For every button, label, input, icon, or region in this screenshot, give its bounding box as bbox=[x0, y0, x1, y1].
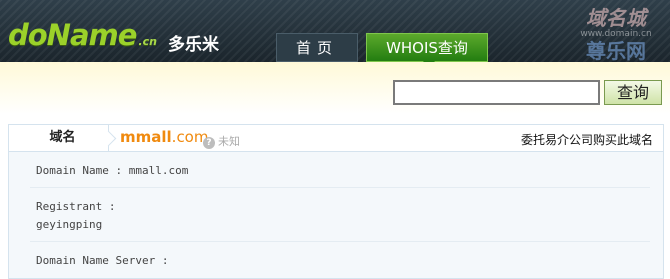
domain-sld: mmall bbox=[120, 128, 172, 146]
watermark-logo: 域名城 www.domain.cn 尊乐网 bbox=[568, 2, 664, 62]
brand-name: 多乐米 bbox=[168, 35, 219, 55]
whois-record-line: Domain Name : mmall.com bbox=[36, 164, 189, 177]
domain-field-label: 域名 bbox=[9, 125, 109, 151]
tab-home[interactable]: 首页 bbox=[276, 33, 358, 62]
site-logo[interactable]: doName .cn bbox=[8, 18, 157, 52]
logo-text: doName bbox=[8, 18, 137, 52]
tab-whois[interactable]: WHOIS查询 bbox=[366, 33, 488, 62]
whois-record-line: Registrant : bbox=[36, 200, 116, 213]
logo-tld: .cn bbox=[138, 35, 157, 48]
divider bbox=[30, 187, 650, 188]
watermark-line1: 域名城 bbox=[586, 6, 646, 30]
search-button[interactable]: 查询 bbox=[604, 80, 662, 105]
site-header: doName .cn 多乐米 首页 WHOIS查询 域名城 www.domain.… bbox=[0, 0, 670, 62]
question-icon: ? bbox=[203, 137, 215, 149]
delegate-purchase-link[interactable]: 委托易介公司购买此域名 bbox=[521, 131, 653, 148]
divider bbox=[30, 241, 650, 242]
domain-status: ? 未知 bbox=[203, 133, 240, 149]
domain-header-row: 域名 mmall.com ? 未知 委托易介公司购买此域名 bbox=[8, 124, 664, 152]
watermark-line3: 尊乐网 bbox=[586, 39, 646, 62]
status-text: 未知 bbox=[218, 135, 240, 148]
whois-record-line: Domain Name Server : bbox=[36, 254, 169, 267]
whois-record-line: geyingping bbox=[36, 218, 103, 231]
whois-search-input[interactable] bbox=[393, 80, 600, 105]
domain-name: mmall.com bbox=[120, 128, 208, 146]
